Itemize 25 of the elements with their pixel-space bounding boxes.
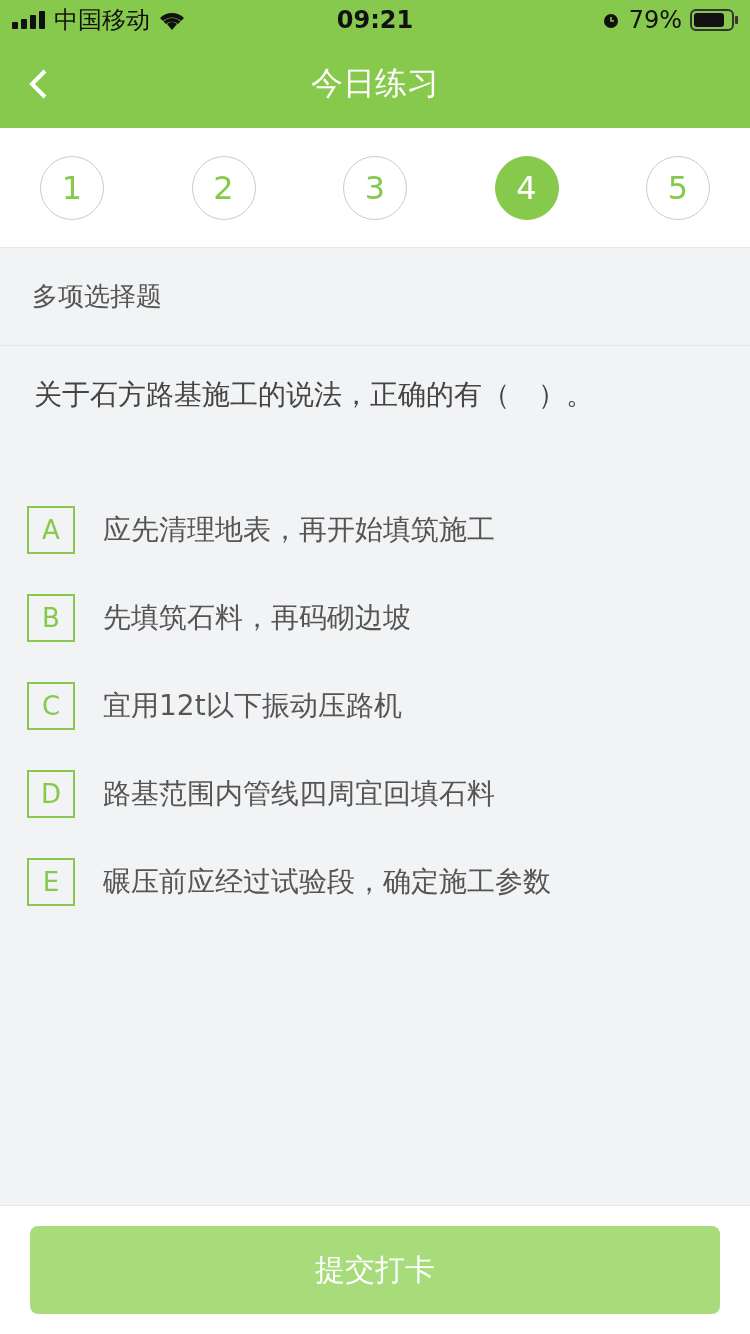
option-letter[interactable]: A [27,506,75,554]
question-number-tab[interactable]: 4 [494,155,559,220]
option-letter[interactable]: C [27,682,75,730]
question-type: 多项选择题 [32,280,162,313]
carrier-name: 中国移动 [54,5,150,36]
question-number-tab[interactable]: 3 [343,155,407,220]
option-text[interactable]: 先填筑石料，再码砌边坡 [103,599,411,637]
clock-time: 09:21 [336,6,414,34]
option-letter[interactable]: B [27,594,75,642]
option-letter[interactable]: E [27,858,75,906]
battery-percent: 79% [628,6,682,34]
back-icon[interactable] [28,68,48,100]
signal-icon [12,11,46,29]
option-text[interactable]: 应先清理地表，再开始填筑施工 [103,511,495,549]
question-number-tab[interactable]: 2 [191,155,256,220]
option-text[interactable]: 路基范围内管线四周宜回填石料 [103,775,495,813]
option-text[interactable]: 宜用12t以下振动压路机 [103,687,402,725]
question-number-tab[interactable]: 5 [646,155,710,220]
option-text[interactable]: 碾压前应经过试验段，确定施工参数 [103,863,551,901]
question-number-tab[interactable]: 1 [40,155,104,220]
question-text: 关于石方路基施工的说法，正确的有（ ）。 [34,378,594,411]
wifi-icon [158,10,186,30]
page-title: 今日练习 [311,63,439,104]
battery-icon [690,9,738,31]
option-letter[interactable]: D [27,770,75,818]
